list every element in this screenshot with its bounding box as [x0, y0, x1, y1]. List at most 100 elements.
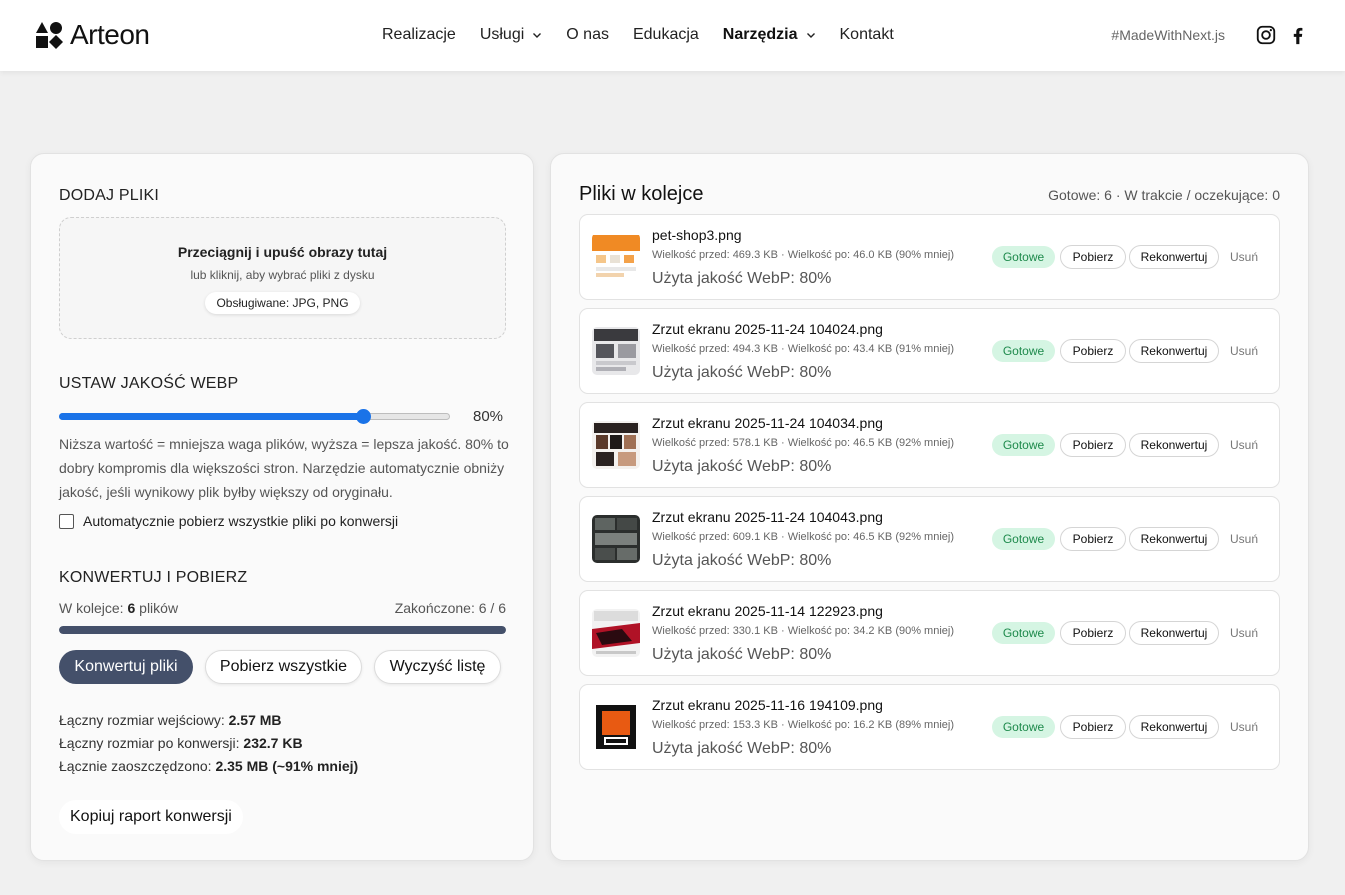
dropzone-title: Przeciągnij i upuść obrazy tutaj — [177, 244, 388, 260]
remove-button[interactable]: Usuń — [1230, 438, 1258, 452]
file-sizes: Wielkość przed: 469.3 KB · Wielkość po: … — [652, 249, 955, 261]
status-badge: Gotowe — [992, 622, 1055, 644]
reconvert-button[interactable]: Rekonwertuj — [1129, 621, 1219, 645]
file-sizes: Wielkość przed: 578.1 KB · Wielkość po: … — [652, 437, 955, 449]
download-button[interactable]: Pobierz — [1060, 621, 1126, 645]
download-button[interactable]: Pobierz — [1060, 433, 1126, 457]
remove-button[interactable]: Usuń — [1230, 250, 1258, 264]
copy-report-button[interactable]: Kopiuj raport konwersji — [59, 800, 243, 834]
file-sizes: Wielkość przed: 609.1 KB · Wielkość po: … — [652, 531, 955, 543]
queue-suffix: plików — [135, 600, 179, 616]
status-badge: Gotowe — [992, 340, 1055, 362]
reconvert-button[interactable]: Rekonwertuj — [1129, 339, 1219, 363]
remove-button[interactable]: Usuń — [1230, 626, 1258, 640]
file-thumbnail — [592, 327, 640, 375]
file-name: Zrzut ekranu 2025-11-24 104043.png — [652, 509, 883, 525]
file-name: Zrzut ekranu 2025-11-16 194109.png — [652, 697, 883, 713]
file-list: pet-shop3.png Wielkość przed: 469.3 KB · … — [579, 214, 1280, 778]
file-quality: Użyta jakość WebP: 80% — [652, 270, 832, 287]
download-button[interactable]: Pobierz — [1060, 527, 1126, 551]
dropzone[interactable]: Przeciągnij i upuść obrazy tutaj lub kli… — [59, 217, 506, 339]
upload-title: DODAJ PLIKI — [59, 187, 160, 204]
file-row: Zrzut ekranu 2025-11-24 104024.png Wielko… — [579, 308, 1280, 394]
slider-fill — [59, 413, 364, 420]
file-row: Zrzut ekranu 2025-11-24 104043.png Wielko… — [579, 496, 1280, 582]
status-badge: Gotowe — [992, 716, 1055, 738]
quality-slider[interactable] — [59, 409, 450, 424]
status-badge: Gotowe — [992, 434, 1055, 456]
file-thumbnail — [592, 609, 640, 657]
logo-mark-icon — [36, 22, 63, 49]
file-name: Zrzut ekranu 2025-11-14 122923.png — [652, 603, 883, 619]
converter-panel: DODAJ PLIKI Przeciągnij i upuść obrazy t… — [30, 153, 534, 861]
quality-value: 80% — [473, 408, 504, 425]
tagline: #MadeWithNext.js — [1111, 27, 1225, 43]
saved-value: 2.35 MB (~91% mniej) — [215, 758, 359, 774]
total-output-label: Łączny rozmiar po konwersji: — [59, 735, 244, 751]
total-input-row: Łączny rozmiar wejściowy: 2.57 MB — [59, 709, 358, 732]
download-button[interactable]: Pobierz — [1060, 715, 1126, 739]
remove-button[interactable]: Usuń — [1230, 720, 1258, 734]
file-thumbnail — [592, 233, 640, 281]
reconvert-button[interactable]: Rekonwertuj — [1129, 527, 1219, 551]
facebook-icon[interactable] — [1287, 24, 1309, 46]
nav-item-1[interactable]: Usługi — [480, 26, 542, 44]
file-row: pet-shop3.png Wielkość przed: 469.3 KB · … — [579, 214, 1280, 300]
remove-button[interactable]: Usuń — [1230, 532, 1258, 546]
header-right: #MadeWithNext.js — [1111, 22, 1309, 48]
download-button[interactable]: Pobierz — [1060, 245, 1126, 269]
dropzone-subtitle: lub kliknij, aby wybrać pliki z dysku — [190, 268, 375, 282]
file-sizes: Wielkość przed: 330.1 KB · Wielkość po: … — [652, 625, 955, 637]
file-name: Zrzut ekranu 2025-11-24 104024.png — [652, 321, 883, 337]
remove-button[interactable]: Usuń — [1230, 344, 1258, 358]
file-name: pet-shop3.png — [652, 227, 742, 243]
nav-item-0[interactable]: Realizacje — [382, 26, 456, 44]
reconvert-button[interactable]: Rekonwertuj — [1129, 715, 1219, 739]
total-input-label: Łączny rozmiar wejściowy: — [59, 712, 229, 728]
auto-download-label: Automatycznie pobierz wszystkie pliki po… — [83, 513, 399, 529]
auto-download-option[interactable]: Automatycznie pobierz wszystkie pliki po… — [59, 513, 398, 529]
file-quality: Użyta jakość WebP: 80% — [652, 364, 832, 381]
file-quality: Użyta jakość WebP: 80% — [652, 458, 832, 475]
chevron-down-icon — [806, 33, 815, 38]
nav-label: Kontakt — [839, 26, 894, 43]
queue-panel: Pliki w kolejce Gotowe: 6 · W trakcie / … — [550, 153, 1309, 861]
instagram-icon[interactable] — [1255, 24, 1277, 46]
download-all-button[interactable]: Pobierz wszystkie — [205, 650, 362, 684]
supported-formats-badge: Obsługiwane: JPG, PNG — [205, 292, 360, 314]
file-thumbnail — [592, 515, 640, 563]
convert-button[interactable]: Konwertuj pliki — [59, 650, 193, 684]
logo[interactable]: Arteon — [35, 20, 150, 50]
convert-title: KONWERTUJ I POBIERZ — [59, 569, 248, 586]
nav-label: Narzędzia — [722, 26, 798, 43]
reconvert-button[interactable]: Rekonwertuj — [1129, 245, 1219, 269]
progress-fill — [59, 626, 506, 634]
nav-item-2[interactable]: O nas — [566, 26, 609, 44]
queue-prefix: W kolejce: — [59, 600, 128, 616]
file-row: Zrzut ekranu 2025-11-16 194109.png Wielko… — [579, 684, 1280, 770]
quality-title: USTAW JAKOŚĆ WEBP — [59, 375, 239, 392]
chevron-down-icon — [533, 33, 542, 38]
total-output-value: 232.7 KB — [243, 735, 303, 751]
nav-item-4[interactable]: Narzędzia — [723, 26, 816, 44]
progress-bar — [59, 626, 506, 634]
auto-download-checkbox[interactable] — [59, 513, 74, 529]
file-row: Zrzut ekranu 2025-11-24 104034.png Wielko… — [579, 402, 1280, 488]
nav-label: Edukacja — [632, 26, 699, 43]
nav-label: O nas — [566, 26, 609, 43]
file-quality: Użyta jakość WebP: 80% — [652, 740, 832, 757]
saved-label: Łącznie zaoszczędzono: — [59, 758, 216, 774]
nav-item-5[interactable]: Kontakt — [840, 26, 894, 44]
file-name: Zrzut ekranu 2025-11-24 104034.png — [652, 415, 883, 431]
download-button[interactable]: Pobierz — [1060, 339, 1126, 363]
file-thumbnail — [592, 703, 640, 751]
total-input-value: 2.57 MB — [228, 712, 282, 728]
nav-item-3[interactable]: Edukacja — [633, 26, 699, 44]
slider-thumb[interactable] — [356, 409, 372, 424]
clear-list-button[interactable]: Wyczyść listę — [374, 650, 501, 684]
main-nav: Realizacje Usługi O nas Edukacja Narzędzia Ko… — [382, 24, 894, 46]
reconvert-button[interactable]: Rekonwertuj — [1129, 433, 1219, 457]
status-badge: Gotowe — [992, 246, 1055, 268]
file-quality: Użyta jakość WebP: 80% — [652, 646, 832, 663]
nav-label: Usługi — [479, 26, 525, 43]
